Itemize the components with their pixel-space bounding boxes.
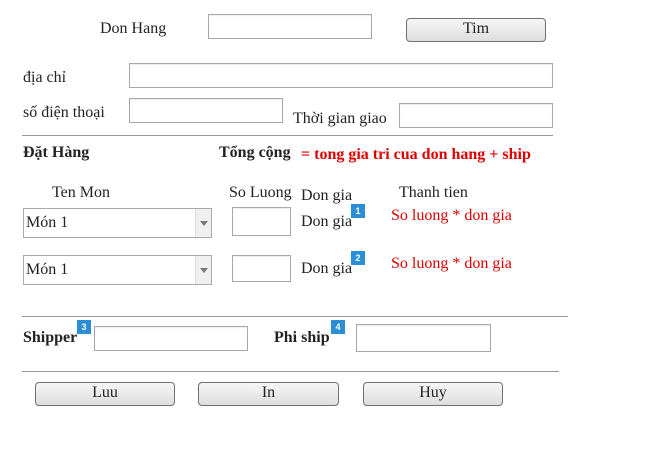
column-quantity-header: So Luong	[229, 184, 292, 201]
unit-price-row-1: Don gia	[301, 213, 353, 230]
shipper-input[interactable]	[94, 326, 248, 351]
quantity-input-row-2[interactable]	[232, 255, 291, 282]
chevron-down-icon[interactable]	[195, 256, 211, 284]
cancel-button[interactable]: Huy	[363, 382, 503, 406]
save-button[interactable]: Luu	[35, 382, 175, 406]
print-button[interactable]: In	[198, 382, 339, 406]
annotation-badge: 1	[351, 204, 365, 218]
divider-top	[22, 135, 553, 136]
order-search-label: Don Hang	[100, 20, 167, 37]
address-input[interactable]	[129, 63, 553, 88]
column-unit-price-header: Don gia	[301, 187, 353, 204]
item-select-value: Món 1	[26, 214, 69, 231]
shipping-fee-input[interactable]	[356, 324, 491, 352]
column-item-header: Ten Mon	[52, 184, 110, 201]
order-search-input[interactable]	[208, 14, 372, 39]
item-select-row-2[interactable]: Món 1	[23, 255, 212, 285]
delivery-time-label: Thời gian giao	[293, 110, 387, 127]
subtotal-row-1: So luong * don gia	[391, 207, 512, 224]
address-label: địa chỉ	[23, 69, 67, 86]
divider-middle	[22, 316, 568, 317]
divider-bottom	[22, 371, 559, 372]
subtotal-row-2: So luong * don gia	[391, 255, 512, 272]
unit-price-row-2: Don gia	[301, 260, 353, 277]
item-select-value: Món 1	[26, 261, 69, 278]
chevron-down-icon[interactable]	[195, 209, 211, 237]
shipping-fee-label: Phi ship	[274, 329, 330, 346]
total-label: Tổng cộng	[219, 144, 291, 161]
shipper-label: Shipper	[23, 329, 78, 346]
order-section-title: Đặt Hàng	[23, 144, 90, 161]
phone-label: số điện thoại	[23, 104, 105, 121]
annotation-badge: 2	[351, 251, 365, 265]
annotation-badge: 4	[331, 320, 345, 334]
annotation-badge: 3	[77, 320, 91, 334]
search-button[interactable]: Tim	[406, 18, 546, 42]
total-formula: = tong gia tri cua don hang + ship	[301, 146, 531, 163]
quantity-input-row-1[interactable]	[232, 207, 291, 236]
delivery-time-input[interactable]	[399, 103, 553, 128]
item-select-row-1[interactable]: Món 1	[23, 208, 212, 238]
column-subtotal-header: Thanh tien	[399, 184, 468, 201]
phone-input[interactable]	[129, 98, 283, 123]
